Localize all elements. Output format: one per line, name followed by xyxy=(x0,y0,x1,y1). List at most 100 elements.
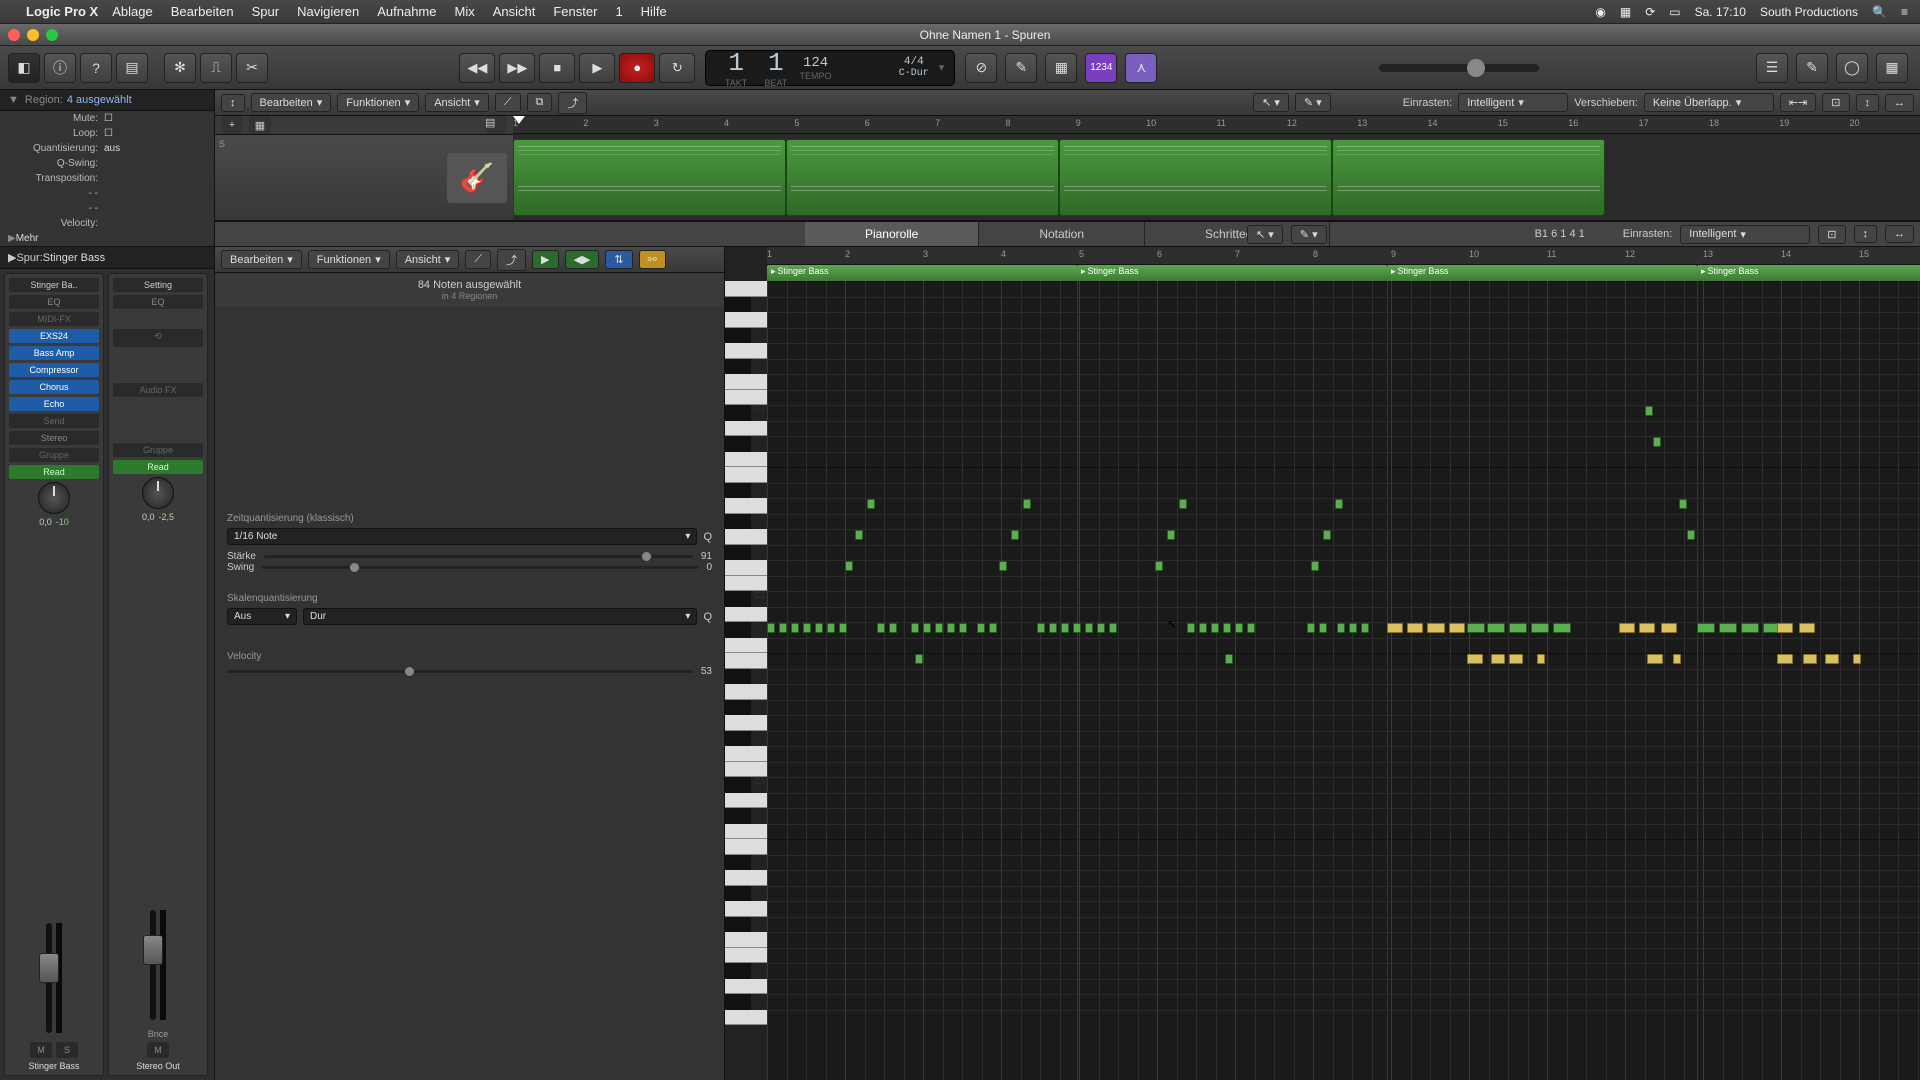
solo-button[interactable]: S xyxy=(56,1042,78,1058)
midi-note[interactable] xyxy=(1349,623,1357,633)
midi-in-button[interactable]: ▶ xyxy=(532,250,558,269)
midi-note[interactable] xyxy=(779,623,787,633)
midi-note[interactable] xyxy=(1531,623,1549,633)
menu-spur[interactable]: Spur xyxy=(252,4,279,19)
midi-note[interactable] xyxy=(1179,499,1187,509)
midi-note[interactable] xyxy=(1061,623,1069,633)
midi-note[interactable] xyxy=(1777,623,1793,633)
track-list-header[interactable]: S 🎸 xyxy=(215,135,513,220)
midi-note[interactable] xyxy=(1223,623,1231,633)
midi-note[interactable] xyxy=(877,623,885,633)
midi-note[interactable] xyxy=(923,623,931,633)
arrange-edit-menu[interactable]: Bearbeiten ▾ xyxy=(251,93,332,112)
midi-note[interactable] xyxy=(1211,623,1219,633)
count-in-button[interactable]: ▦ xyxy=(1045,53,1077,83)
forward-button[interactable]: ▶▶ xyxy=(499,53,535,83)
inspector-button[interactable]: ⓘ xyxy=(44,53,76,83)
rewind-button[interactable]: ◀◀ xyxy=(459,53,495,83)
midi-note[interactable] xyxy=(1449,623,1465,633)
midi-note[interactable] xyxy=(1235,623,1243,633)
piano-zoom-h[interactable]: ↔ xyxy=(1885,225,1914,243)
midi-note[interactable] xyxy=(959,623,967,633)
quantize-apply-button[interactable]: Q xyxy=(703,531,712,543)
zoom-h-button[interactable]: ⇤⇥ xyxy=(1780,93,1816,112)
arrange-func-menu[interactable]: Funktionen ▾ xyxy=(337,93,419,112)
scale-mode-select[interactable]: Dur▾ xyxy=(303,608,697,625)
midi-note[interactable] xyxy=(1037,623,1045,633)
automation-button[interactable]: ⟋ xyxy=(495,93,521,112)
velocity-slider[interactable] xyxy=(227,670,693,673)
mixer-button[interactable]: ⎍ xyxy=(200,53,232,83)
midi-note[interactable] xyxy=(791,623,799,633)
midi-note[interactable] xyxy=(1387,623,1403,633)
midi-note[interactable] xyxy=(1247,623,1255,633)
drag-select[interactable]: Keine Überlapp. ▾ xyxy=(1644,93,1774,112)
midi-note[interactable] xyxy=(1687,530,1695,540)
status-sync-icon[interactable]: ⟳ xyxy=(1645,5,1655,19)
region-label[interactable]: Stinger Bass xyxy=(1387,265,1697,281)
midi-note[interactable] xyxy=(1777,654,1793,664)
mute-button[interactable]: M xyxy=(147,1042,169,1058)
add-track-button[interactable]: + xyxy=(221,116,243,134)
pan-knob[interactable] xyxy=(142,477,174,509)
midi-note[interactable] xyxy=(845,561,853,571)
midi-note[interactable] xyxy=(1023,499,1031,509)
midi-note[interactable] xyxy=(1049,623,1057,633)
midi-note[interactable] xyxy=(1307,623,1315,633)
piano-edit-menu[interactable]: Bearbeiten ▾ xyxy=(221,250,302,269)
midi-note[interactable] xyxy=(947,623,955,633)
status-tv-icon[interactable]: ▭ xyxy=(1669,5,1680,19)
loops-button[interactable]: ◯ xyxy=(1836,53,1868,83)
collapse-button[interactable]: ⇅ xyxy=(605,250,632,269)
tuner-button[interactable]: ⋏ xyxy=(1125,53,1157,83)
midi-note[interactable] xyxy=(1199,623,1207,633)
flex-button[interactable]: ⧉ xyxy=(527,93,553,112)
tab-pianoroll[interactable]: Pianorolle xyxy=(805,222,979,246)
midi-note[interactable] xyxy=(1553,623,1571,633)
list-button[interactable]: ☰ xyxy=(1756,53,1788,83)
status-clock[interactable]: Sa. 17:10 xyxy=(1695,5,1746,19)
autopunch-button[interactable]: ✎ xyxy=(1005,53,1037,83)
midi-note[interactable] xyxy=(989,623,997,633)
midi-note[interactable] xyxy=(1509,623,1527,633)
search-icon[interactable]: 🔍 xyxy=(1872,5,1887,19)
midi-region[interactable] xyxy=(786,139,1059,216)
midi-note[interactable] xyxy=(1467,654,1483,664)
midi-note[interactable] xyxy=(1319,623,1327,633)
piano-view-menu[interactable]: Ansicht ▾ xyxy=(396,250,460,269)
piano-keyboard[interactable]: C3C2C1 xyxy=(725,247,767,1080)
tab-notation[interactable]: Notation xyxy=(979,222,1145,246)
note-grid[interactable]: ↖ ▾ ✎ ▾ B1 6 1 4 1 Einrasten: Intelligen… xyxy=(767,247,1920,1080)
help-button[interactable]: ? xyxy=(80,53,112,83)
midi-note[interactable] xyxy=(1097,623,1105,633)
midi-note[interactable] xyxy=(1407,623,1423,633)
smart-controls-button[interactable]: ✻ xyxy=(164,53,196,83)
midi-note[interactable] xyxy=(1361,623,1369,633)
midi-note[interactable] xyxy=(1491,654,1505,664)
notes-button[interactable]: ✎ xyxy=(1796,53,1828,83)
menu-icon[interactable]: ≡ xyxy=(1901,5,1908,19)
piano-zoom-v[interactable]: ↕ xyxy=(1854,225,1878,243)
midi-note[interactable] xyxy=(1011,530,1019,540)
mute-button[interactable]: M xyxy=(30,1042,52,1058)
midi-note[interactable] xyxy=(1187,623,1195,633)
midi-note[interactable] xyxy=(1645,406,1653,416)
midi-note[interactable] xyxy=(1661,623,1677,633)
quantize-value-select[interactable]: 1/16 Note▾ xyxy=(227,528,697,545)
volume-fader[interactable] xyxy=(46,923,52,1033)
midi-note[interactable] xyxy=(1487,623,1505,633)
midi-note[interactable] xyxy=(1647,654,1663,664)
playhead-menu[interactable]: ↕ xyxy=(221,94,245,112)
midi-note[interactable] xyxy=(1697,623,1715,633)
menu-navigieren[interactable]: Navigieren xyxy=(297,4,359,19)
midi-note[interactable] xyxy=(1639,623,1655,633)
strength-slider[interactable] xyxy=(264,555,693,558)
midi-note[interactable] xyxy=(867,499,875,509)
midi-note[interactable] xyxy=(999,561,1007,571)
menu-bearbeiten[interactable]: Bearbeiten xyxy=(171,4,234,19)
menu-ablage[interactable]: Ablage xyxy=(112,4,152,19)
zoom-v-button[interactable]: ↕ xyxy=(1856,94,1880,112)
volume-fader[interactable] xyxy=(150,910,156,1020)
catch-button[interactable]: ⤴ xyxy=(558,92,587,114)
zoom-hv-button[interactable]: ↔ xyxy=(1885,94,1914,112)
